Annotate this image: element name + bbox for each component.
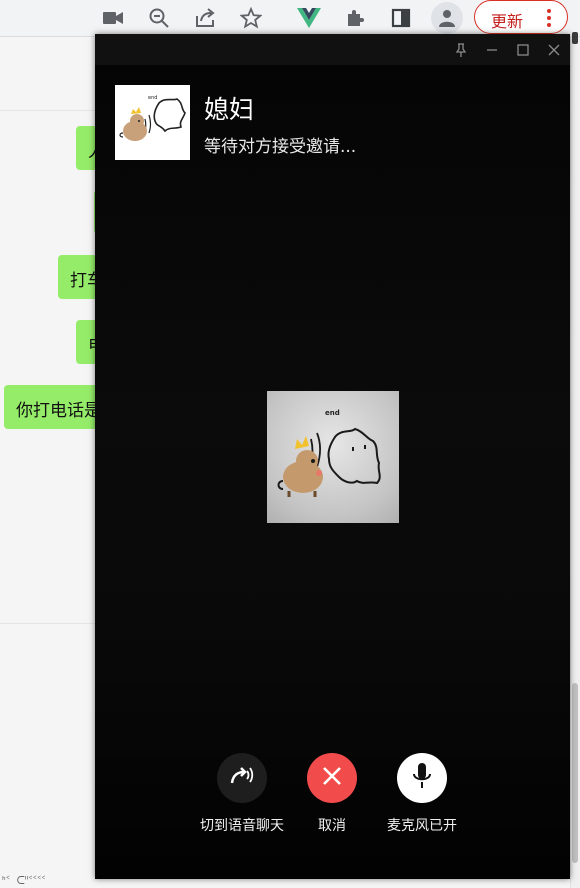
minimize-icon[interactable] bbox=[482, 40, 502, 60]
sticker-caption: end bbox=[325, 409, 340, 417]
profile-icon[interactable] bbox=[431, 2, 463, 34]
close-icon[interactable] bbox=[544, 40, 564, 60]
caller-name: 媳妇 bbox=[204, 95, 255, 124]
call-status: 等待对方接受邀请... bbox=[204, 137, 357, 157]
zoom-out-icon[interactable] bbox=[147, 6, 171, 30]
caller-avatar: end bbox=[115, 85, 190, 160]
extensions-icon[interactable] bbox=[343, 6, 367, 30]
side-panel-icon[interactable] bbox=[389, 6, 413, 30]
camera-icon[interactable] bbox=[101, 6, 125, 30]
pin-icon[interactable] bbox=[451, 40, 471, 60]
scrollbar-handle[interactable] bbox=[572, 32, 578, 44]
microphone-icon bbox=[412, 762, 432, 794]
caller-sticker-image: end bbox=[267, 391, 399, 523]
browser-toolbar: 更新 bbox=[0, 0, 580, 37]
switch-to-voice-icon bbox=[229, 765, 255, 791]
message-bubble[interactable]: 你打电话是 bbox=[4, 385, 104, 429]
scrollbar[interactable] bbox=[572, 683, 578, 863]
window-titlebar[interactable] bbox=[95, 34, 570, 65]
maximize-icon[interactable] bbox=[513, 40, 533, 60]
microphone-toggle-button[interactable] bbox=[397, 753, 447, 803]
star-icon[interactable] bbox=[239, 6, 263, 30]
video-call-window: end 媳妇 等待对方接受邀请... end 切到语音聊天 取消 麦克风已开 bbox=[95, 34, 570, 879]
update-button[interactable]: 更新 bbox=[474, 0, 568, 34]
update-label: 更新 bbox=[491, 12, 524, 31]
microphone-status-label: 麦克风已开 bbox=[387, 818, 457, 834]
vue-devtools-icon[interactable] bbox=[297, 6, 321, 30]
cancel-icon bbox=[322, 766, 342, 790]
svg-text:end: end bbox=[148, 95, 157, 101]
menu-dots-icon[interactable] bbox=[547, 9, 551, 27]
divider bbox=[0, 623, 96, 624]
share-icon[interactable] bbox=[193, 6, 217, 30]
footer-text: ᑋᑉ ᑕᑊᑊᑉᑉᑉᑉ bbox=[2, 874, 46, 887]
cancel-call-button[interactable] bbox=[307, 753, 357, 803]
switch-to-voice-button[interactable] bbox=[217, 753, 267, 803]
divider bbox=[0, 110, 96, 111]
